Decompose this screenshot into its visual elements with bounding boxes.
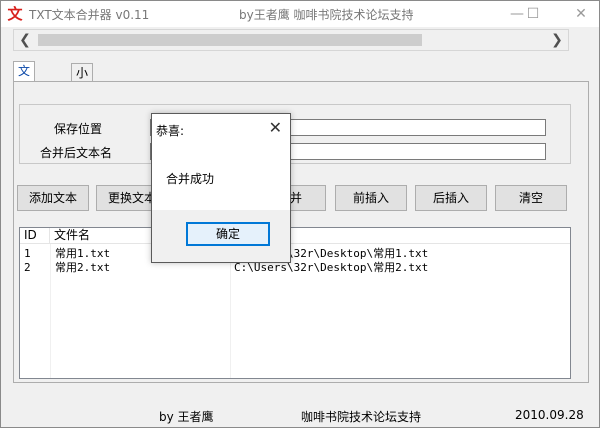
status-author: by 王者鹰 xyxy=(159,410,214,424)
row-filename: 常用2.txt xyxy=(55,261,111,274)
save-location-label: 保存位置 xyxy=(54,122,103,136)
row-filename: 常用1.txt xyxy=(55,247,111,260)
dialog-footer: 确定 xyxy=(152,210,290,262)
insert-before-button[interactable]: 前插入 xyxy=(335,185,407,211)
scroll-right-icon[interactable]: ❯ xyxy=(546,30,568,50)
row-id: 2 xyxy=(24,261,31,274)
tab-panel: 保存位置 合并后文本名 添加文本 更换文本 合并 前插入 后插入 清空 ID 文… xyxy=(13,81,589,383)
app-title: TXT文本合并器 v0.11 xyxy=(29,8,150,22)
scroll-left-icon[interactable]: ❮ xyxy=(14,30,36,50)
title-bar: 文 TXT文本合并器 v0.11 by王者鹰 咖啡书院技术论坛支持 — ☐ ✕ xyxy=(1,1,599,27)
settings-group: 保存位置 合并后文本名 xyxy=(19,104,571,164)
table-row[interactable]: 1 常用1.txt C:\Users\32r\Desktop\常用1.txt xyxy=(20,247,570,260)
status-forum: 咖啡书院技术论坛支持 xyxy=(301,410,422,424)
tab-novel-download[interactable]: 小说下载阅读 xyxy=(71,63,94,170)
clear-button[interactable]: 清空 xyxy=(495,185,567,211)
maximize-icon[interactable]: ☐ xyxy=(523,4,543,24)
close-icon[interactable]: ✕ xyxy=(571,4,591,24)
row-id: 1 xyxy=(24,247,31,260)
scroll-thumb[interactable] xyxy=(38,34,422,46)
main-window: 文 TXT文本合并器 v0.11 by王者鹰 咖啡书院技术论坛支持 — ☐ ✕ … xyxy=(0,0,600,428)
app-icon: 文 xyxy=(7,5,23,23)
ok-button[interactable]: 确定 xyxy=(186,222,270,246)
table-row[interactable]: 2 常用2.txt C:\Users\32r\Desktop\常用2.txt xyxy=(20,261,570,274)
merged-name-label: 合并后文本名 xyxy=(40,146,113,160)
dialog-title: 恭喜: xyxy=(156,124,185,138)
insert-after-button[interactable]: 后插入 xyxy=(415,185,487,211)
status-date: 2010.09.28 xyxy=(515,408,584,422)
horizontal-scrollbar[interactable]: ❮ ❯ xyxy=(13,29,569,51)
column-header-id[interactable]: ID xyxy=(20,228,50,244)
add-text-button[interactable]: 添加文本 xyxy=(17,185,89,211)
list-header: ID 文件名 路径 xyxy=(20,228,570,244)
app-subtitle: by王者鹰 咖啡书院技术论坛支持 xyxy=(239,8,414,22)
dialog-message: 合并成功 xyxy=(166,172,215,186)
success-dialog: 恭喜: ✕ 合并成功 确定 xyxy=(151,113,291,263)
dialog-close-icon[interactable]: ✕ xyxy=(269,118,282,137)
file-list[interactable]: ID 文件名 路径 1 常用1.txt C:\Users\32r\Desktop… xyxy=(19,227,571,379)
tab-text-merge[interactable]: 文本合并 xyxy=(13,61,36,132)
